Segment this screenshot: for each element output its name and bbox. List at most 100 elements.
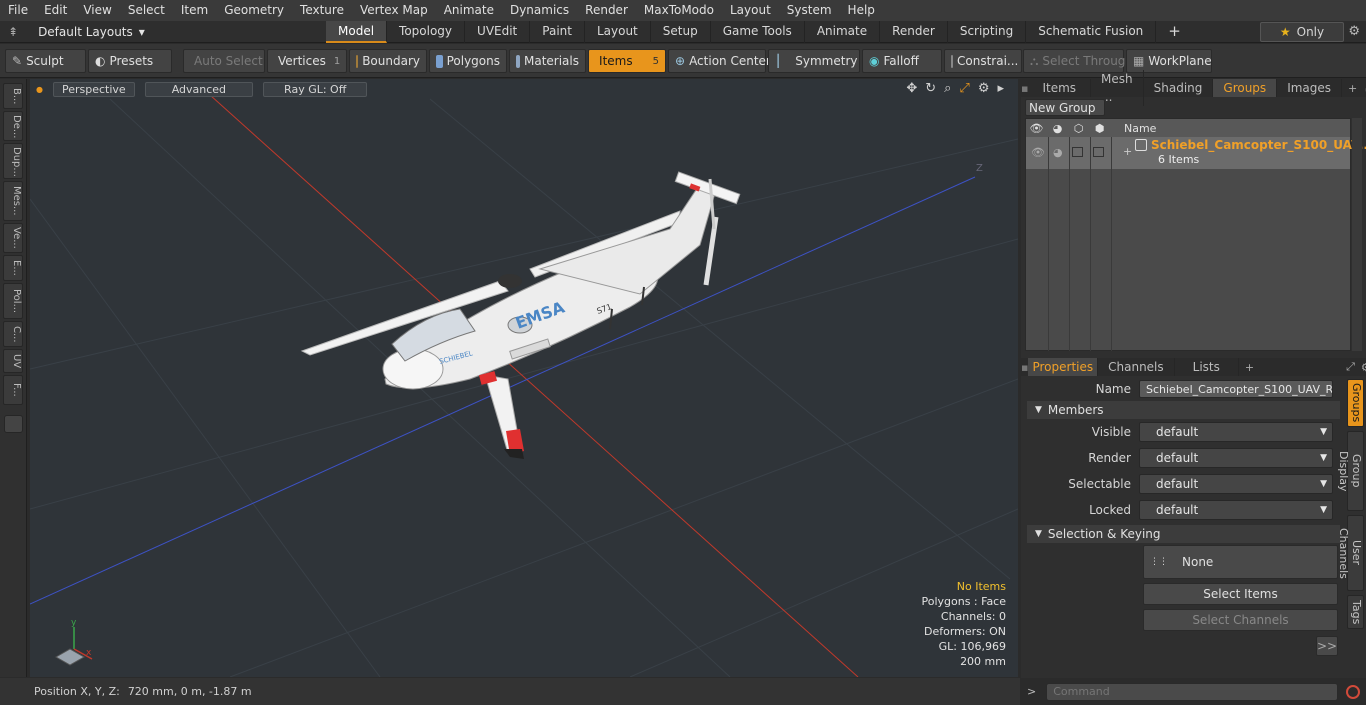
tab-schematic-fusion[interactable]: Schematic Fusion <box>1026 21 1157 43</box>
rotate-icon[interactable]: ↻ <box>925 81 936 96</box>
menu-system[interactable]: System <box>779 0 840 21</box>
left-tab-edge[interactable]: E... <box>3 255 23 281</box>
tab-channels[interactable]: Channels <box>1098 358 1175 376</box>
locked-select[interactable]: default ▼ <box>1139 500 1333 520</box>
polygons-button[interactable]: Polygons <box>429 49 507 73</box>
select-channels-button[interactable]: Select Channels <box>1143 609 1338 631</box>
menu-maxtomodo[interactable]: MaxToModo <box>636 0 722 21</box>
symmetry-button[interactable]: ⎮ Symmetry <box>768 49 860 73</box>
select-icon[interactable]: ⬢ <box>1089 122 1110 135</box>
group-row[interactable]: 👁 ◕ + Schiebel_Camcopter_S100_UAV... 6 I… <box>1026 137 1366 169</box>
menu-render[interactable]: Render <box>577 0 636 21</box>
tab-uvedit[interactable]: UVEdit <box>465 21 531 43</box>
render-icon[interactable]: ◕ <box>1047 122 1068 135</box>
tab-shading[interactable]: Shading <box>1144 79 1214 97</box>
menu-file[interactable]: File <box>0 0 36 21</box>
selectable-select[interactable]: default ▼ <box>1139 474 1333 494</box>
menu-edit[interactable]: Edit <box>36 0 75 21</box>
items-button[interactable]: Items 5 <box>588 49 666 73</box>
selection-keying-section[interactable]: ▼ Selection & Keying <box>1027 525 1340 543</box>
only-toggle[interactable]: ★ Only <box>1260 22 1344 42</box>
tab-topology[interactable]: Topology <box>387 21 466 43</box>
new-group-button[interactable]: New Group <box>1025 99 1105 116</box>
tab-lists[interactable]: Lists <box>1175 358 1239 376</box>
left-tab-vertex[interactable]: Ve... <box>3 223 23 253</box>
add-props-tab-icon[interactable]: + <box>1245 361 1254 374</box>
left-tab-deform[interactable]: De... <box>3 111 23 141</box>
add-panel-tab-icon[interactable]: + <box>1348 82 1357 95</box>
3d-viewport[interactable]: Z EMSA SCHIEBEL S71 y x ● Perspective Ad… <box>30 79 1018 677</box>
select-items-button[interactable]: Select Items <box>1143 583 1338 605</box>
record-icon[interactable] <box>1346 684 1361 699</box>
expand-arrow-icon[interactable]: ▸ <box>997 81 1004 96</box>
props-maximize-icon[interactable]: ⤢ <box>1346 360 1355 374</box>
left-tab-curve[interactable]: C... <box>3 321 23 347</box>
pan-icon[interactable]: ✥ <box>906 81 917 96</box>
helicopter-model[interactable]: EMSA SCHIEBEL S71 <box>300 171 741 459</box>
viewport-settings-icon[interactable]: ⚙ <box>978 81 990 96</box>
add-tab-button[interactable]: + <box>1156 21 1193 43</box>
visibility-eye-icon[interactable]: 👁 <box>1026 122 1047 135</box>
falloff-button[interactable]: ◉ Falloff <box>862 49 942 73</box>
vtab-group-display[interactable]: Group Display <box>1337 431 1364 511</box>
menu-layout[interactable]: Layout <box>722 0 779 21</box>
default-layouts-dropdown[interactable]: ⇞ Default Layouts ▾ <box>0 21 160 43</box>
more-button[interactable]: >> <box>1316 636 1338 656</box>
zoom-icon[interactable]: ⌕ <box>944 81 951 96</box>
tab-groups[interactable]: Groups <box>1213 79 1278 97</box>
gear-icon[interactable]: ⚙ <box>1348 24 1360 39</box>
fit-icon[interactable]: ⤢ <box>959 81 969 96</box>
menu-dynamics[interactable]: Dynamics <box>502 0 577 21</box>
tab-render[interactable]: Render <box>880 21 948 43</box>
row-render-icon[interactable]: ◕ <box>1053 146 1063 159</box>
action-center-button[interactable]: ⊕ Action Center <box>668 49 771 73</box>
row-visibility-icon[interactable]: 👁 <box>1031 146 1045 159</box>
expand-plus-icon[interactable]: + <box>1123 145 1132 158</box>
menu-help[interactable]: Help <box>840 0 883 21</box>
sculpt-button[interactable]: ✎ Sculpt <box>5 49 86 73</box>
tab-layout[interactable]: Layout <box>585 21 651 43</box>
tab-animate[interactable]: Animate <box>805 21 881 43</box>
tab-scripting[interactable]: Scripting <box>948 21 1027 43</box>
lock-icon[interactable]: ⬡ <box>1068 122 1089 135</box>
menu-select[interactable]: Select <box>120 0 173 21</box>
render-select[interactable]: default ▼ <box>1139 448 1333 468</box>
left-tab-polygon[interactable]: Pol... <box>3 283 23 319</box>
visible-select[interactable]: default ▼ <box>1139 422 1333 442</box>
tab-properties[interactable]: Properties <box>1028 358 1099 376</box>
menu-texture[interactable]: Texture <box>292 0 352 21</box>
tab-model[interactable]: Model <box>326 21 388 43</box>
group-list-scrollbar[interactable] <box>1352 118 1362 351</box>
presets-button[interactable]: ◐ Presets <box>88 49 172 73</box>
props-settings-icon[interactable]: ⚙ <box>1361 361 1366 374</box>
vtab-user-channels[interactable]: User Channels <box>1337 515 1364 591</box>
left-tab-uv[interactable]: UV <box>3 349 23 373</box>
members-section[interactable]: ▼ Members <box>1027 401 1340 419</box>
tab-setup[interactable]: Setup <box>651 21 711 43</box>
command-input[interactable] <box>1046 682 1339 701</box>
left-tab-fusion[interactable]: F... <box>3 375 23 405</box>
menu-view[interactable]: View <box>75 0 119 21</box>
none-keying-button[interactable]: ⋮⋮ None <box>1143 545 1338 579</box>
menu-animate[interactable]: Animate <box>436 0 502 21</box>
raygl-button[interactable]: Ray GL: Off <box>263 81 368 97</box>
menu-vertex-map[interactable]: Vertex Map <box>352 0 436 21</box>
auto-select-button[interactable]: Auto Select <box>183 49 265 73</box>
left-strip-toggle-button[interactable] <box>4 415 23 433</box>
vertices-button[interactable]: Vertices 1 <box>267 49 347 73</box>
viewport-menu-dot-icon[interactable]: ● <box>36 85 43 94</box>
left-tab-duplicate[interactable]: Dup... <box>3 143 23 179</box>
left-tab-basic[interactable]: B... <box>3 83 23 109</box>
constraints-button[interactable]: Constrai... <box>944 49 1022 73</box>
row-select-checkbox[interactable] <box>1093 147 1104 157</box>
vtab-tags[interactable]: Tags <box>1347 595 1364 629</box>
tab-paint[interactable]: Paint <box>530 21 585 43</box>
tab-game-tools[interactable]: Game Tools <box>711 21 805 43</box>
vtab-groups[interactable]: Groups <box>1347 379 1364 427</box>
tab-images[interactable]: Images <box>1277 79 1343 97</box>
menu-item[interactable]: Item <box>173 0 216 21</box>
materials-button[interactable]: Materials <box>509 49 586 73</box>
tab-items[interactable]: Items <box>1028 79 1092 97</box>
menu-geometry[interactable]: Geometry <box>216 0 292 21</box>
perspective-button[interactable]: Perspective <box>52 81 135 97</box>
